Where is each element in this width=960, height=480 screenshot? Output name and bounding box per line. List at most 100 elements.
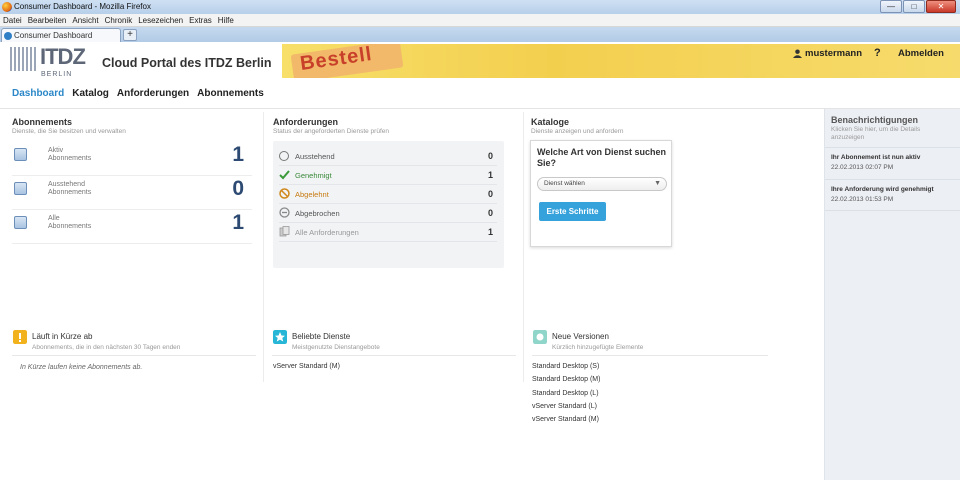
request-count: 0 <box>487 189 493 199</box>
new-tab-button[interactable]: + <box>123 29 137 41</box>
main-nav: Dashboard Katalog Anforderungen Abonneme… <box>12 88 264 99</box>
user-icon <box>793 49 802 58</box>
menu-ansicht[interactable]: Ansicht <box>72 14 98 26</box>
nav-anforderungen[interactable]: Anforderungen <box>117 88 189 99</box>
anforderungen-title[interactable]: Anforderungen <box>273 117 338 127</box>
row-count: 1 <box>232 143 244 166</box>
window-titlebar: Consumer Dashboard - Mozilla Firefox — □… <box>0 0 960 14</box>
active-subscription-icon <box>14 148 27 161</box>
request-row-abgebrochen[interactable]: Abgebrochen 0 <box>279 204 497 223</box>
new-versions-icon <box>533 330 547 344</box>
request-label: Abgelehnt <box>295 190 329 199</box>
request-row-ausstehend[interactable]: Ausstehend 0 <box>279 147 497 166</box>
request-row-alle[interactable]: Alle Anforderungen 1 <box>279 223 497 242</box>
warning-icon <box>13 330 27 344</box>
nav-katalog[interactable]: Katalog <box>72 88 109 99</box>
subscription-row-ausstehend[interactable]: Ausstehend Abonnements 0 <box>12 176 252 210</box>
expiring-empty-message: In Kürze laufen keine Abonnements ab. <box>20 364 143 371</box>
pending-subscription-icon <box>14 182 27 195</box>
menu-extras[interactable]: Extras <box>189 14 212 26</box>
kataloge-title[interactable]: Kataloge <box>531 117 569 127</box>
subscription-row-aktiv[interactable]: Aktiv Abonnements 1 <box>12 142 252 176</box>
menu-lesezeichen[interactable]: Lesezeichen <box>138 14 183 26</box>
request-row-abgelehnt[interactable]: Abgelehnt 0 <box>279 185 497 204</box>
abonnements-title[interactable]: Abonnements <box>12 117 72 127</box>
tab-strip: Consumer Dashboard + <box>0 27 960 42</box>
menu-chronik[interactable]: Chronik <box>105 14 133 26</box>
tab-consumer-dashboard[interactable]: Consumer Dashboard <box>1 28 121 42</box>
new-version-link[interactable]: Standard Desktop (L) <box>532 390 599 397</box>
menu-bar: Datei Bearbeiten Ansicht Chronik Lesezei… <box>0 14 960 27</box>
itdz-logo[interactable]: ITDZ BERLIN <box>10 44 100 80</box>
notification-item[interactable]: Ihre Anforderung wird genehmigt 22.02.20… <box>825 179 960 211</box>
request-count: 1 <box>487 170 493 180</box>
notification-date: 22.02.2013 02:07 PM <box>831 164 894 171</box>
popular-title: Beliebte Dienste <box>292 332 351 341</box>
clock-icon <box>279 151 289 161</box>
request-row-genehmigt[interactable]: Genehmigt 1 <box>279 166 497 185</box>
abonnements-subtitle: Dienste, die Sie besitzen und verwalten <box>12 128 126 135</box>
notifications-subtitle: Klicken Sie hier, um die Details anzuzei… <box>831 126 921 141</box>
notification-item[interactable]: Ihr Abonnement ist nun aktiv 22.02.2013 … <box>825 147 960 179</box>
catalog-question: Welche Art von Dienst suchen Sie? <box>537 147 667 168</box>
column-divider <box>523 112 524 382</box>
requests-panel: Ausstehend 0 Genehmigt 1 Abgelehnt 0 Abg… <box>273 141 504 268</box>
select-value: Dienst wählen <box>544 180 585 187</box>
logout-link[interactable]: Abmelden <box>898 48 944 59</box>
checkmark-icon <box>279 170 290 180</box>
subscription-row-alle[interactable]: Alle Abonnements 1 <box>12 210 252 244</box>
nav-dashboard[interactable]: Dashboard <box>12 88 64 99</box>
username-link[interactable]: mustermann <box>805 48 862 59</box>
expiring-title: Läuft in Kürze ab <box>32 332 93 341</box>
row-count: 0 <box>232 177 244 200</box>
logo-columns-icon <box>10 47 38 71</box>
anforderungen-subtitle: Status der angeforderten Dienste prüfen <box>273 128 389 135</box>
notification-text: Ihr Abonnement ist nun aktiv <box>831 154 921 161</box>
row-label: Alle <box>48 215 60 222</box>
menu-hilfe[interactable]: Hilfe <box>218 14 234 26</box>
firefox-icon <box>2 2 12 12</box>
catalog-search-card: Welche Art von Dienst suchen Sie? Dienst… <box>530 140 672 247</box>
notifications-title[interactable]: Benachrichtigungen <box>831 115 918 125</box>
expiring-subtitle: Abonnements, die in den nächsten 30 Tage… <box>32 344 181 351</box>
new-version-link[interactable]: Standard Desktop (M) <box>532 376 600 383</box>
browser-window: Consumer Dashboard - Mozilla Firefox — □… <box>0 0 960 480</box>
row-label: Aktiv <box>48 147 64 154</box>
minimize-button[interactable]: — <box>880 0 902 13</box>
row-sublabel: Abonnements <box>48 189 92 196</box>
request-count: 0 <box>487 208 493 218</box>
row-label: Ausstehend <box>48 181 85 188</box>
close-button[interactable]: ✕ <box>926 0 956 13</box>
popular-subtitle: Meistgenutzte Dienstangebote <box>292 344 380 351</box>
chevron-down-icon: ▼ <box>654 180 661 187</box>
cancelled-icon <box>279 207 290 218</box>
portal-title: Cloud Portal des ITDZ Berlin <box>102 56 272 70</box>
new-version-link[interactable]: vServer Standard (L) <box>532 403 597 410</box>
window-title: Consumer Dashboard - Mozilla Firefox <box>14 2 151 11</box>
service-type-select[interactable]: Dienst wählen ▼ <box>537 177 667 191</box>
request-label: Genehmigt <box>295 171 332 180</box>
help-icon[interactable]: ? <box>874 47 881 59</box>
request-label: Ausstehend <box>295 152 335 161</box>
logo-subtext: BERLIN <box>41 71 73 78</box>
new-version-link[interactable]: Standard Desktop (S) <box>532 363 599 370</box>
prohibited-icon <box>279 188 290 199</box>
notifications-sidebar: Benachrichtigungen Klicken Sie hier, um … <box>824 109 960 480</box>
request-count: 1 <box>487 227 493 237</box>
new-version-link[interactable]: vServer Standard (M) <box>532 416 599 423</box>
menu-bearbeiten[interactable]: Bearbeiten <box>28 14 67 26</box>
popular-service-link[interactable]: vServer Standard (M) <box>273 363 340 370</box>
nav-abonnements[interactable]: Abonnements <box>197 88 264 99</box>
get-started-button[interactable]: Erste Schritte <box>539 202 606 221</box>
row-sublabel: Abonnements <box>48 155 92 162</box>
request-label: Abgebrochen <box>295 209 340 218</box>
new-versions-subtitle: Kürzlich hinzugefügte Elemente <box>552 344 644 351</box>
logo-text: ITDZ <box>40 44 86 69</box>
maximize-button[interactable]: □ <box>903 0 925 13</box>
row-count: 1 <box>232 211 244 234</box>
row-sublabel: Abonnements <box>48 223 92 230</box>
menu-datei[interactable]: Datei <box>3 14 22 26</box>
documents-icon <box>279 226 290 237</box>
all-subscriptions-icon <box>14 216 27 229</box>
request-count: 0 <box>487 151 493 161</box>
